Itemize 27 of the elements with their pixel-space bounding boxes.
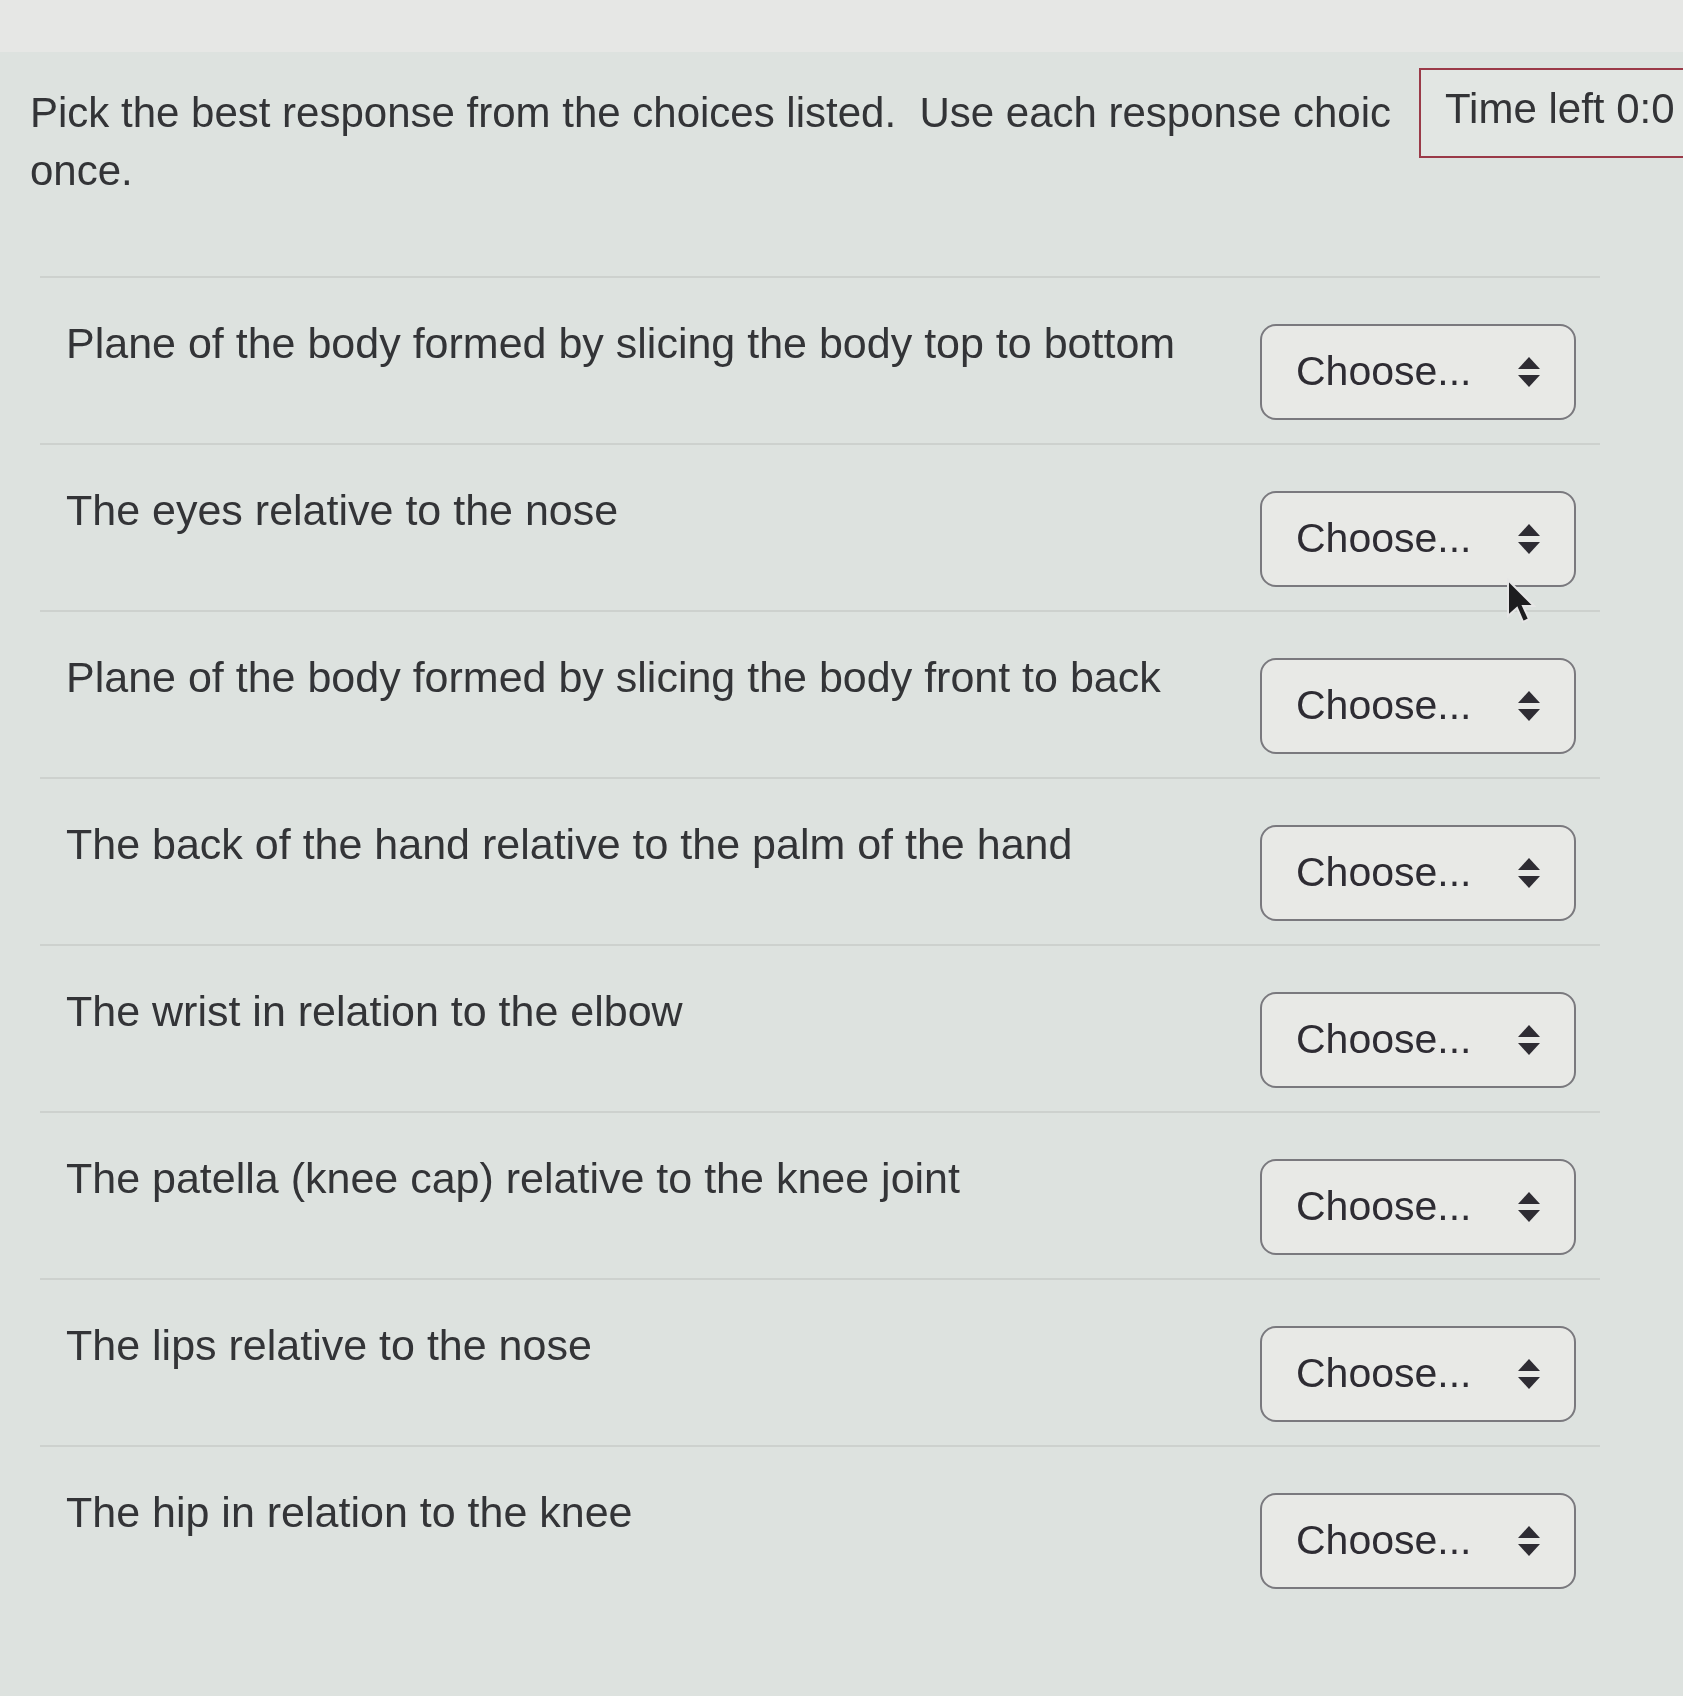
- question-prompt: Plane of the body formed by slicing the body top to bottom: [66, 318, 1176, 368]
- up-down-arrows-icon: [1518, 524, 1540, 554]
- question-prompt: The lips relative to the nose: [66, 1320, 592, 1370]
- up-down-arrows-icon: [1518, 357, 1540, 387]
- up-down-arrows-icon: [1518, 858, 1540, 888]
- up-down-arrows-icon: [1518, 1359, 1540, 1389]
- answer-dropdown[interactable]: Choose...: [1260, 1326, 1576, 1422]
- answer-dropdown[interactable]: Choose...: [1260, 324, 1576, 420]
- up-down-arrows-icon: [1518, 1192, 1540, 1222]
- up-down-arrows-icon: [1518, 1025, 1540, 1055]
- answer-dropdown[interactable]: Choose...: [1260, 992, 1576, 1088]
- instruction-text: once.: [30, 146, 133, 196]
- answer-dropdown[interactable]: Choose...: [1260, 1159, 1576, 1255]
- instruction-text: Pick the best response from the choices listed. Use each response choic: [30, 88, 1392, 138]
- answer-dropdown[interactable]: Choose...: [1260, 658, 1576, 754]
- answer-dropdown[interactable]: Choose...: [1260, 825, 1576, 921]
- question-prompt: Plane of the body formed by slicing the body front to back: [66, 652, 1161, 702]
- up-down-arrows-icon: [1518, 691, 1540, 721]
- question-prompt: The wrist in relation to the elbow: [66, 986, 683, 1036]
- question-prompt: The hip in relation to the knee: [66, 1487, 633, 1537]
- timer-box: Time left 0:0: [1419, 68, 1683, 158]
- up-down-arrows-icon: [1518, 1526, 1540, 1556]
- answer-dropdown[interactable]: Choose...: [1260, 1493, 1576, 1589]
- question-prompt: The eyes relative to the nose: [66, 485, 619, 535]
- answer-dropdown[interactable]: Choose...: [1260, 491, 1576, 587]
- question-prompt: The back of the hand relative to the palm of the hand: [66, 819, 1073, 869]
- question-prompt: The patella (knee cap) relative to the knee joint: [66, 1153, 960, 1203]
